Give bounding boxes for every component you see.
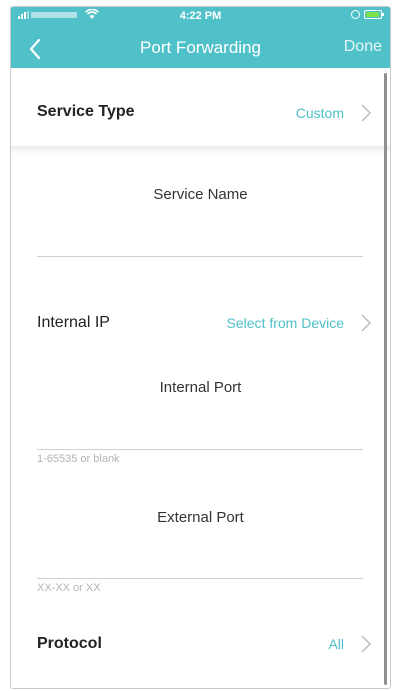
internal-ip-label: Internal IP — [37, 314, 110, 331]
chevron-right-icon — [361, 635, 371, 653]
external-port-hint: XX-XX or XX — [37, 582, 101, 594]
navigation-bar: Port Forwarding Done — [11, 32, 390, 66]
service-type-row[interactable]: Service Type Custom — [11, 95, 390, 131]
protocol-value[interactable]: All — [328, 636, 344, 652]
internal-port-hint: 1-65535 or blank — [37, 453, 120, 465]
scrollbar[interactable] — [384, 73, 387, 685]
internal-ip-row[interactable]: Internal IP Select from Device — [11, 306, 390, 340]
service-name-input[interactable] — [37, 233, 363, 257]
header-bar: 4:22 PM Port Forwarding Done — [11, 7, 390, 68]
external-port-input[interactable] — [37, 555, 363, 579]
status-icons — [351, 10, 384, 19]
protocol-row[interactable]: Protocol All — [11, 627, 390, 661]
rotation-lock-icon — [351, 10, 360, 19]
internal-port-input[interactable] — [37, 426, 363, 450]
internal-port-label: Internal Port — [159, 379, 242, 396]
protocol-label: Protocol — [37, 635, 102, 652]
chevron-right-icon — [361, 104, 371, 122]
phone-screen: 4:22 PM Port Forwarding Done Service Typ… — [10, 6, 391, 689]
service-type-value[interactable]: Custom — [296, 105, 344, 121]
service-name-label: Service Name — [153, 186, 248, 203]
status-bar: 4:22 PM — [11, 7, 390, 25]
done-button[interactable]: Done — [344, 38, 382, 56]
select-from-device-link[interactable]: Select from Device — [227, 315, 344, 331]
status-time: 4:22 PM — [179, 10, 222, 22]
battery-icon — [364, 10, 384, 19]
section-divider — [11, 146, 390, 154]
chevron-right-icon — [361, 314, 371, 332]
external-port-label: External Port — [157, 509, 244, 526]
page-title: Port Forwarding — [140, 38, 261, 57]
service-type-label: Service Type — [37, 103, 135, 120]
